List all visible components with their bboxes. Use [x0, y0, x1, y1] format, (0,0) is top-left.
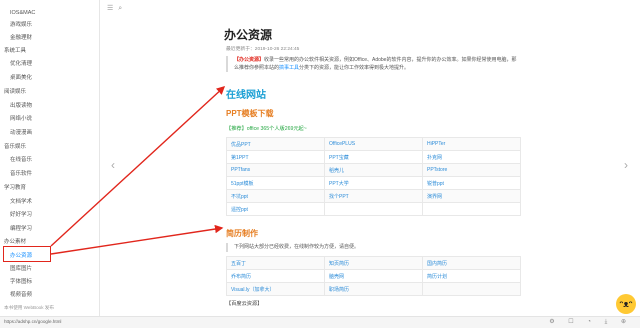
status-url: https://adshp.cn/google.html	[4, 319, 62, 324]
annotation-arrows	[50, 86, 226, 255]
status-bar: https://adshp.cn/google.html ⚙ ☐ ◔ ⤓ ⊕	[0, 316, 640, 328]
status-icons: ⚙ ☐ ◔ ⤓ ⊕	[549, 319, 632, 325]
arrow-to-resume	[50, 224, 224, 255]
arrow-to-online	[50, 86, 226, 247]
